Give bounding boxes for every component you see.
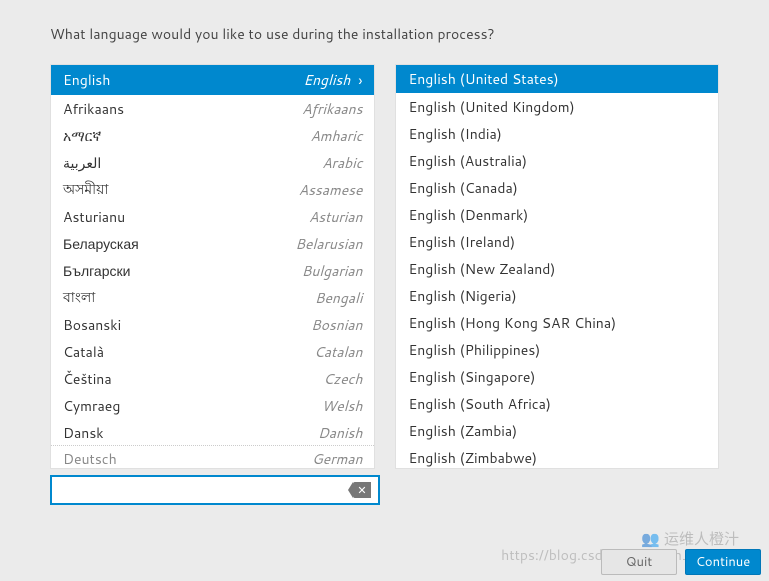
language-row[interactable]: Български Bulgarian (51, 257, 374, 284)
language-row[interactable]: অসমীয়া Assamese (51, 176, 374, 203)
locale-row[interactable]: English (United States) (396, 65, 718, 93)
locale-label: English (India) (408, 124, 501, 144)
language-native: العربية (63, 153, 101, 173)
language-native: Bosanski (63, 315, 121, 335)
locale-label: English (Ireland) (408, 232, 515, 252)
language-row[interactable]: Cymraeg Welsh (51, 392, 374, 419)
continue-button[interactable]: Continue (685, 549, 761, 575)
language-english: Welsh (321, 396, 362, 416)
locale-label: English (United Kingdom) (408, 97, 574, 117)
locale-label: English (Hong Kong SAR China) (408, 313, 616, 333)
locale-row[interactable]: English (Nigeria) (396, 282, 718, 309)
locale-label: English (Australia) (408, 151, 527, 171)
language-english: Belarusian (295, 234, 362, 254)
language-row[interactable]: Bosanski Bosnian (51, 311, 374, 338)
chevron-right-icon: › (358, 70, 362, 91)
language-native: አማርኛ (63, 126, 101, 146)
locale-row[interactable]: English (Denmark) (396, 201, 718, 228)
locale-row[interactable]: English (Zambia) (396, 417, 718, 444)
language-row[interactable]: Беларуская Belarusian (51, 230, 374, 257)
locale-row[interactable]: English (Australia) (396, 147, 718, 174)
language-native: Български (63, 261, 130, 281)
language-english: Bulgarian (302, 261, 363, 281)
language-native: বাংলা (63, 286, 95, 310)
language-row[interactable]: বাংলা Bengali (51, 284, 374, 311)
quit-button[interactable]: Quit (601, 549, 677, 575)
search-input[interactable] (59, 482, 353, 498)
language-row[interactable]: Català Catalan (51, 338, 374, 365)
locale-row[interactable]: English (India) (396, 120, 718, 147)
language-row[interactable]: አማርኛ Amharic (51, 122, 374, 149)
locale-label: English (Canada) (408, 178, 517, 198)
language-native: Català (63, 342, 104, 362)
backspace-icon[interactable]: ✕ (353, 482, 371, 498)
language-english: Assamese (299, 180, 363, 200)
locale-label: English (New Zealand) (408, 259, 555, 279)
language-search[interactable]: ✕ (50, 475, 380, 505)
language-row[interactable]: Dansk Danish (51, 419, 374, 446)
language-native: Беларуская (63, 234, 139, 254)
locale-label: English (South Africa) (408, 394, 551, 414)
language-row[interactable]: العربية Arabic (51, 149, 374, 176)
language-row[interactable]: Afrikaans Afrikaans (51, 95, 374, 122)
language-english: Czech (323, 369, 362, 389)
language-row[interactable]: Asturianu Asturian (51, 203, 374, 230)
language-row[interactable]: Deutsch German (51, 445, 374, 469)
language-row[interactable]: English English › (51, 65, 374, 95)
locale-row[interactable]: English (Singapore) (396, 363, 718, 390)
language-english: Afrikaans (302, 99, 362, 119)
language-native: Deutsch (63, 449, 117, 469)
language-english: Bosnian (311, 315, 363, 335)
language-english: Amharic (310, 126, 362, 146)
locale-row[interactable]: English (Ireland) (396, 228, 718, 255)
locale-row[interactable]: English (Hong Kong SAR China) (396, 309, 718, 336)
locale-label: English (Nigeria) (408, 286, 516, 306)
language-list[interactable]: English English › Afrikaans Afrikaans አማርኛ Amh… (50, 64, 375, 469)
language-english: English (303, 70, 350, 90)
locale-label: English (Zambia) (408, 421, 517, 441)
locale-row[interactable]: English (New Zealand) (396, 255, 718, 282)
language-native: Čeština (63, 369, 112, 389)
language-english: Bengali (315, 288, 363, 308)
locale-label: English (United States) (408, 69, 558, 89)
locale-row[interactable]: English (Zimbabwe) (396, 444, 718, 469)
locale-row[interactable]: English (Canada) (396, 174, 718, 201)
language-native: Dansk (63, 423, 104, 443)
locale-label: English (Singapore) (408, 367, 535, 387)
language-english: Catalan (314, 342, 363, 362)
locale-label: English (Philippines) (408, 340, 540, 360)
language-native: অসমীয়া (63, 178, 108, 202)
language-english: Danish (318, 423, 363, 443)
locale-row[interactable]: English (United Kingdom) (396, 93, 718, 120)
locale-label: English (Denmark) (408, 205, 528, 225)
language-native: English (63, 70, 110, 90)
language-english: Arabic (322, 153, 362, 173)
watermark-author: 👥运维人橙汁 (641, 528, 739, 549)
locale-row[interactable]: English (South Africa) (396, 390, 718, 417)
language-native: Cymraeg (63, 396, 120, 416)
language-english: Asturian (309, 207, 363, 227)
language-native: Asturianu (63, 207, 125, 227)
language-row[interactable]: Čeština Czech (51, 365, 374, 392)
locale-list[interactable]: English (United States) English (United K… (395, 64, 719, 469)
locale-label: English (Zimbabwe) (408, 448, 537, 468)
language-english: German (312, 449, 363, 469)
install-language-prompt: What language would you like to use duri… (50, 24, 719, 44)
language-native: Afrikaans (63, 99, 124, 119)
locale-row[interactable]: English (Philippines) (396, 336, 718, 363)
